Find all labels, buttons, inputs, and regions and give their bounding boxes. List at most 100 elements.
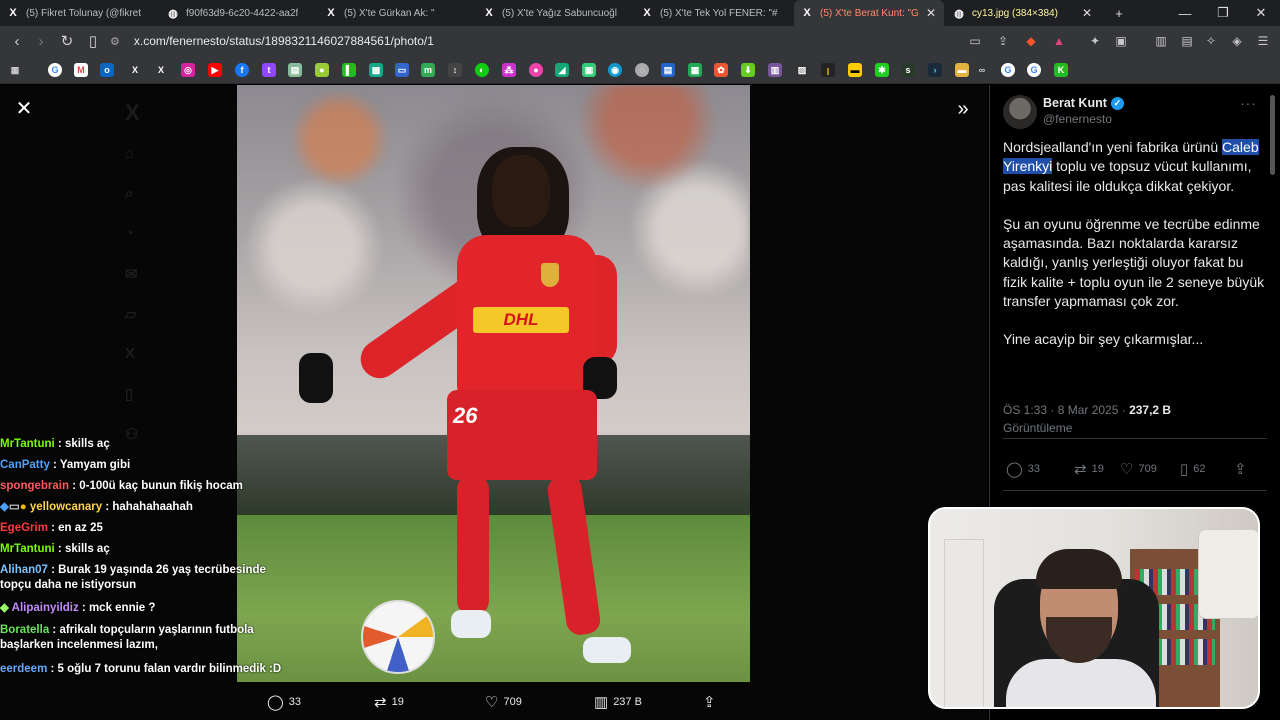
maximize-icon[interactable]: ❐ bbox=[1204, 0, 1242, 26]
link-icon[interactable]: ∞ bbox=[975, 63, 989, 77]
share-icon[interactable]: ⇪ bbox=[992, 30, 1014, 52]
views-button[interactable]: ▥ 237 B bbox=[594, 693, 642, 711]
twitch-icon[interactable]: t bbox=[262, 63, 276, 77]
tab[interactable]: X (5) X'te Gürkan Ak: " bbox=[324, 0, 476, 26]
tab[interactable]: X (5) X'te Tek Yol FENER: "# bbox=[640, 0, 792, 26]
bookmark-icon[interactable]: ◉ bbox=[608, 63, 622, 77]
bookmark-icon[interactable]: ▤ bbox=[288, 63, 302, 77]
tab-title: (5) X'te Berat Kunt: "G bbox=[820, 7, 919, 19]
bookmark-icon[interactable]: ✿ bbox=[714, 63, 728, 77]
tab[interactable]: ◍ cy13.jpg (384×384) ✕ bbox=[952, 0, 1100, 26]
bookmark-icon[interactable]: s bbox=[901, 63, 915, 77]
player-glove bbox=[299, 353, 333, 403]
bookmark-icon[interactable]: ▥ bbox=[768, 63, 782, 77]
forward-icon[interactable]: › bbox=[30, 30, 52, 52]
home-icon: ⌂ bbox=[125, 145, 135, 162]
bookmark-icon[interactable]: ▦ bbox=[688, 63, 702, 77]
author-name[interactable]: Berat Kunt ✓ bbox=[1043, 96, 1124, 110]
wallet-icon[interactable]: ▤ bbox=[1176, 30, 1198, 52]
close-viewer-icon[interactable]: ✕ bbox=[14, 99, 34, 119]
bookmark-icon[interactable]: ▯ bbox=[82, 30, 104, 52]
reply-button[interactable]: ◯ 33 bbox=[1006, 460, 1040, 478]
bookmark-icon[interactable]: ▭ bbox=[395, 63, 409, 77]
vpn-icon[interactable]: ◈ bbox=[1226, 30, 1248, 52]
bookmark-icon[interactable]: ▤ bbox=[661, 63, 675, 77]
bookmark-button[interactable]: ▯ 62 bbox=[1180, 460, 1206, 478]
bookmark-icon[interactable]: ▬ bbox=[848, 63, 862, 77]
install-icon[interactable]: ▭ bbox=[964, 30, 986, 52]
analytics-icon: ▥ bbox=[594, 694, 609, 711]
leo-icon[interactable]: ✧ bbox=[1200, 30, 1222, 52]
expand-panel-icon[interactable]: » bbox=[952, 99, 974, 121]
google-icon[interactable]: G bbox=[48, 63, 62, 77]
more-options-icon[interactable]: ··· bbox=[1240, 95, 1257, 111]
chat-username: yellowcanary bbox=[29, 501, 103, 513]
tweet-photo[interactable]: DHL 26 bbox=[237, 85, 750, 682]
x-bookmark-icon[interactable]: X bbox=[154, 63, 168, 77]
bookmark-icon[interactable]: K bbox=[1054, 63, 1068, 77]
brave-shield-icon[interactable]: ◆ bbox=[1020, 30, 1042, 52]
repost-button[interactable]: ⇄ 19 bbox=[374, 693, 404, 711]
like-button[interactable]: ♡ 709 bbox=[485, 693, 522, 711]
tab[interactable]: X (5) X'te Yağız Sabuncuoğl bbox=[482, 0, 634, 26]
share-button[interactable]: ⇪ bbox=[703, 693, 721, 711]
repost-icon: ⇄ bbox=[1074, 461, 1087, 478]
bookmark-icon[interactable]: m bbox=[421, 63, 435, 77]
instagram-icon[interactable]: ◎ bbox=[181, 63, 195, 77]
scrollbar[interactable] bbox=[1270, 95, 1275, 175]
reload-icon[interactable]: ↻ bbox=[56, 30, 78, 52]
back-icon[interactable]: ‹ bbox=[6, 30, 28, 52]
google-icon[interactable]: G bbox=[1001, 63, 1015, 77]
menu-icon[interactable]: ☰ bbox=[1252, 30, 1274, 52]
x-bookmark-icon[interactable]: X bbox=[128, 63, 142, 77]
bookmark-icon[interactable]: ⬇ bbox=[741, 63, 755, 77]
brave-rewards-icon[interactable]: ▲ bbox=[1048, 30, 1070, 52]
bookmark-icon[interactable]: ● bbox=[529, 63, 543, 77]
bookmark-icon[interactable]: ⁂ bbox=[502, 63, 516, 77]
chat-text: : 0-100ü kaç bunun fikiş hocam bbox=[69, 480, 243, 492]
extensions-icon[interactable]: ✦ bbox=[1084, 30, 1106, 52]
bookmark-icon[interactable]: ▩ bbox=[369, 63, 383, 77]
bookmark-icon[interactable]: ◢ bbox=[555, 63, 569, 77]
bookmark-icon[interactable]: ꞁ bbox=[821, 63, 835, 77]
sidebar-icon[interactable]: ▥ bbox=[1150, 30, 1172, 52]
gmail-icon[interactable]: M bbox=[74, 63, 88, 77]
tab-active[interactable]: X (5) X'te Berat Kunt: "G ✕ bbox=[794, 0, 944, 26]
divider bbox=[1003, 438, 1267, 439]
bookmark-icon[interactable]: ◌ bbox=[635, 63, 649, 77]
minimize-icon[interactable]: — bbox=[1166, 0, 1204, 26]
avatar[interactable] bbox=[1003, 95, 1037, 129]
bookmark-icon[interactable]: ◐ bbox=[475, 63, 489, 77]
bookmark-icon[interactable]: › bbox=[928, 63, 942, 77]
outlook-icon[interactable]: o bbox=[100, 63, 114, 77]
bookmark-icon[interactable]: ↕ bbox=[448, 63, 462, 77]
address-bar[interactable]: ⚙ x.com/fenernesto/status/18983211460278… bbox=[110, 30, 950, 52]
chat-text: : en az 25 bbox=[47, 522, 103, 534]
like-button[interactable]: ♡ 709 bbox=[1120, 460, 1157, 478]
site-settings-icon[interactable]: ⚙ bbox=[110, 35, 120, 48]
tab[interactable]: X (5) Fikret Tolunay (@fikret bbox=[6, 0, 158, 26]
youtube-icon[interactable]: ▶ bbox=[208, 63, 222, 77]
bookmark-icon[interactable]: ● bbox=[315, 63, 329, 77]
folder-icon[interactable]: ▬ bbox=[955, 63, 969, 77]
apps-grid-icon[interactable]: ▦ bbox=[8, 63, 22, 77]
tweet-timestamp[interactable]: ÖS 1:33 · 8 Mar 2025 · bbox=[1003, 403, 1129, 417]
chat-text: : 5 oğlu 7 torunu falan vardır bilinmedi… bbox=[47, 663, 282, 675]
author-handle[interactable]: @fenernesto bbox=[1043, 112, 1112, 126]
close-window-icon[interactable]: ✕ bbox=[1242, 0, 1280, 26]
new-tab-icon[interactable]: + bbox=[1100, 0, 1138, 26]
google-icon[interactable]: G bbox=[1027, 63, 1041, 77]
reader-icon[interactable]: ▣ bbox=[1110, 30, 1132, 52]
facebook-icon[interactable]: f bbox=[235, 63, 249, 77]
share-button[interactable]: ⇪ bbox=[1234, 460, 1252, 478]
repost-button[interactable]: ⇄ 19 bbox=[1074, 460, 1104, 478]
bookmark-icon[interactable]: ▌ bbox=[342, 63, 356, 77]
reply-button[interactable]: ◯ 33 bbox=[267, 693, 301, 711]
bookmark-icon[interactable]: ▣ bbox=[582, 63, 596, 77]
x-logo-icon: X bbox=[125, 100, 140, 125]
bookmark-icon[interactable]: ▨ bbox=[795, 63, 809, 77]
bookmark-icon[interactable]: ✱ bbox=[875, 63, 889, 77]
close-tab-icon[interactable]: ✕ bbox=[1082, 6, 1092, 20]
close-tab-icon[interactable]: ✕ bbox=[926, 6, 936, 20]
tab[interactable]: ◍ f90f63d9-6c20-4422-aa2f bbox=[166, 0, 318, 26]
